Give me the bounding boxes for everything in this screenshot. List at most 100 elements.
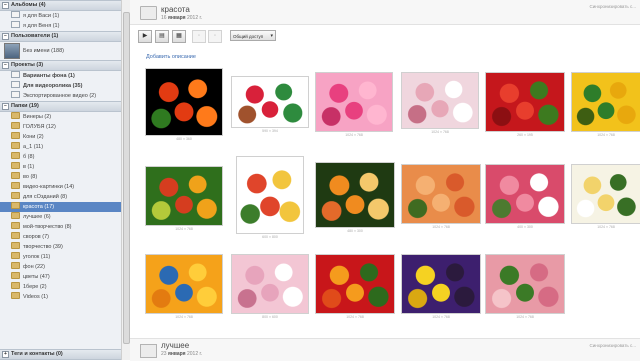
photo-dimensions: 590 × 394 bbox=[262, 129, 278, 133]
photo-thumbnail[interactable]: 1024 × 768 bbox=[145, 166, 223, 234]
projects-section-header[interactable]: − Проекты (3) bbox=[0, 60, 121, 71]
folder-item[interactable]: уголок (11) bbox=[0, 252, 121, 262]
folder-item[interactable]: лучшее (6) bbox=[0, 212, 121, 222]
sync-link[interactable]: Синхронизировать с... bbox=[590, 4, 637, 9]
photo-thumbnail[interactable]: 480 × 360 bbox=[145, 68, 223, 144]
disabled-button[interactable]: ▫ bbox=[208, 30, 222, 43]
folder-icon bbox=[140, 344, 157, 358]
folder-icon bbox=[11, 172, 20, 179]
photo-thumbnail[interactable]: 260 × 195 bbox=[485, 72, 565, 140]
flower-photo bbox=[231, 76, 309, 128]
square-icon: ▫ bbox=[213, 33, 217, 39]
album-item[interactable]: я для Васи (1) bbox=[0, 11, 121, 21]
folder-icon bbox=[11, 252, 20, 259]
project-item[interactable]: Варианты фона (1) bbox=[0, 71, 121, 81]
folder-item[interactable]: творчество (39) bbox=[0, 242, 121, 252]
folder-item[interactable]: для сОзданий (8) bbox=[0, 192, 121, 202]
photo-dimensions: 1024 × 768 bbox=[431, 130, 449, 134]
album-title[interactable]: лучшее bbox=[161, 341, 189, 350]
projects-section-title: Проекты (3) bbox=[11, 62, 44, 68]
photo-thumbnail[interactable]: 800 × 600 bbox=[231, 254, 309, 322]
album-icon bbox=[11, 11, 20, 18]
photo-thumbnail[interactable]: 1024 × 768 bbox=[401, 72, 479, 137]
folder-item[interactable]: фон (22) bbox=[0, 262, 121, 272]
folder-item[interactable]: мой-творчество (8) bbox=[0, 222, 121, 232]
folder-icon bbox=[11, 232, 20, 239]
folder-item[interactable]: б (8) bbox=[0, 152, 121, 162]
next-album-header: лучшее 23 января 2012 г. Синхронизироват… bbox=[130, 338, 640, 361]
folder-icon bbox=[11, 122, 20, 129]
photo-dimensions: 1024 × 768 bbox=[346, 315, 364, 319]
share-dropdown[interactable]: Общий доступ ▾ bbox=[230, 30, 276, 41]
folder-item[interactable]: во (8) bbox=[0, 172, 121, 182]
project-item[interactable]: Экспортированное видео (2) bbox=[0, 91, 121, 101]
folder-icon bbox=[140, 6, 157, 20]
user-item[interactable]: Без имени (188) bbox=[0, 42, 121, 60]
photo-thumbnail[interactable]: 480 × 300 bbox=[315, 162, 395, 236]
folder-item[interactable]: красота (17) bbox=[0, 202, 121, 212]
project-icon bbox=[11, 81, 20, 88]
play-slideshow-button[interactable]: ▶ bbox=[138, 30, 152, 43]
album-item[interactable]: я для Веня (1) bbox=[0, 21, 121, 31]
folder-item[interactable]: Videos (1) bbox=[0, 292, 121, 302]
tags-section-header[interactable]: + Теги и контакты (0) bbox=[0, 349, 121, 360]
flower-photo bbox=[145, 254, 223, 314]
list-icon: ▤ bbox=[159, 33, 165, 39]
folder-item[interactable]: своров (7) bbox=[0, 232, 121, 242]
view-button[interactable]: ▤ bbox=[155, 30, 169, 43]
photo-dimensions: 1024 × 768 bbox=[597, 133, 615, 137]
photo-thumbnail[interactable]: 1024 × 768 bbox=[401, 164, 481, 232]
photo-thumbnail[interactable]: 600 × 800 bbox=[236, 156, 304, 242]
photo-dimensions: 600 × 800 bbox=[262, 235, 278, 239]
flower-photo bbox=[401, 164, 481, 224]
albums-section-header[interactable]: − Альбомы (4) bbox=[0, 0, 121, 11]
folder-icon bbox=[11, 222, 20, 229]
expand-icon[interactable]: + bbox=[2, 351, 9, 358]
photo-dimensions: 1024 × 768 bbox=[175, 315, 193, 319]
album-date: 23 января 2012 г. bbox=[161, 351, 203, 357]
folders-section-header[interactable]: − Папки (19) bbox=[0, 101, 121, 112]
photo-thumbnail[interactable]: 1024 × 768 bbox=[145, 254, 223, 322]
collapse-icon[interactable]: − bbox=[2, 62, 9, 69]
folder-item[interactable]: Кони (2) bbox=[0, 132, 121, 142]
disabled-button[interactable]: ▫ bbox=[192, 30, 206, 43]
photo-thumbnail[interactable]: 400 × 300 bbox=[485, 164, 565, 232]
folder-item[interactable]: видео-картинки (14) bbox=[0, 182, 121, 192]
flower-photo bbox=[231, 254, 309, 314]
album-header: красота 16 января 2012 г. Синхронизирова… bbox=[130, 0, 640, 25]
scrollbar-thumb[interactable] bbox=[123, 12, 130, 344]
add-description-link[interactable]: Добавить описание bbox=[146, 54, 196, 60]
photo-thumbnail[interactable]: 590 × 394 bbox=[231, 76, 309, 136]
folder-item[interactable]: в (1) bbox=[0, 162, 121, 172]
photo-thumbnail[interactable]: 1024 × 768 bbox=[315, 254, 395, 322]
photo-thumbnail[interactable]: 1024 × 768 bbox=[485, 254, 565, 322]
tags-section-title: Теги и контакты (0) bbox=[11, 351, 63, 357]
grid-button[interactable]: ▦ bbox=[172, 30, 186, 43]
photo-thumbnail[interactable]: 1024 × 768 bbox=[571, 72, 640, 140]
flower-photo bbox=[236, 156, 304, 234]
photo-dimensions: 1024 × 768 bbox=[516, 315, 534, 319]
folder-icon bbox=[11, 132, 20, 139]
project-icon bbox=[11, 71, 20, 78]
collapse-icon[interactable]: − bbox=[2, 2, 9, 9]
play-icon: ▶ bbox=[142, 33, 148, 39]
users-section-header[interactable]: − Пользователи (1) bbox=[0, 31, 121, 42]
album-title[interactable]: красота bbox=[161, 5, 190, 14]
folder-icon bbox=[11, 112, 20, 119]
photo-thumbnail[interactable]: 1024 × 768 bbox=[315, 72, 393, 140]
folder-item[interactable]: а_1 (11) bbox=[0, 142, 121, 152]
collapse-icon[interactable]: − bbox=[2, 33, 9, 40]
sidebar-scrollbar[interactable] bbox=[121, 0, 130, 360]
collapse-icon[interactable]: − bbox=[2, 103, 9, 110]
project-item[interactable]: Для видеоролика (35) bbox=[0, 81, 121, 91]
folder-item[interactable]: ГОЛУБЯ (12) bbox=[0, 122, 121, 132]
photo-thumbnail[interactable]: 1024 × 768 bbox=[571, 164, 640, 232]
chevron-down-icon: ▾ bbox=[270, 33, 273, 39]
flower-photo bbox=[401, 72, 479, 129]
folder-item[interactable]: цветы (47) bbox=[0, 272, 121, 282]
albums-section-title: Альбомы (4) bbox=[11, 2, 46, 8]
folder-item[interactable]: 1бере (2) bbox=[0, 282, 121, 292]
photo-thumbnail[interactable]: 1024 × 768 bbox=[401, 254, 481, 322]
folder-item[interactable]: Винеры (2) bbox=[0, 112, 121, 122]
sync-link[interactable]: Синхронизировать с... bbox=[590, 343, 637, 348]
